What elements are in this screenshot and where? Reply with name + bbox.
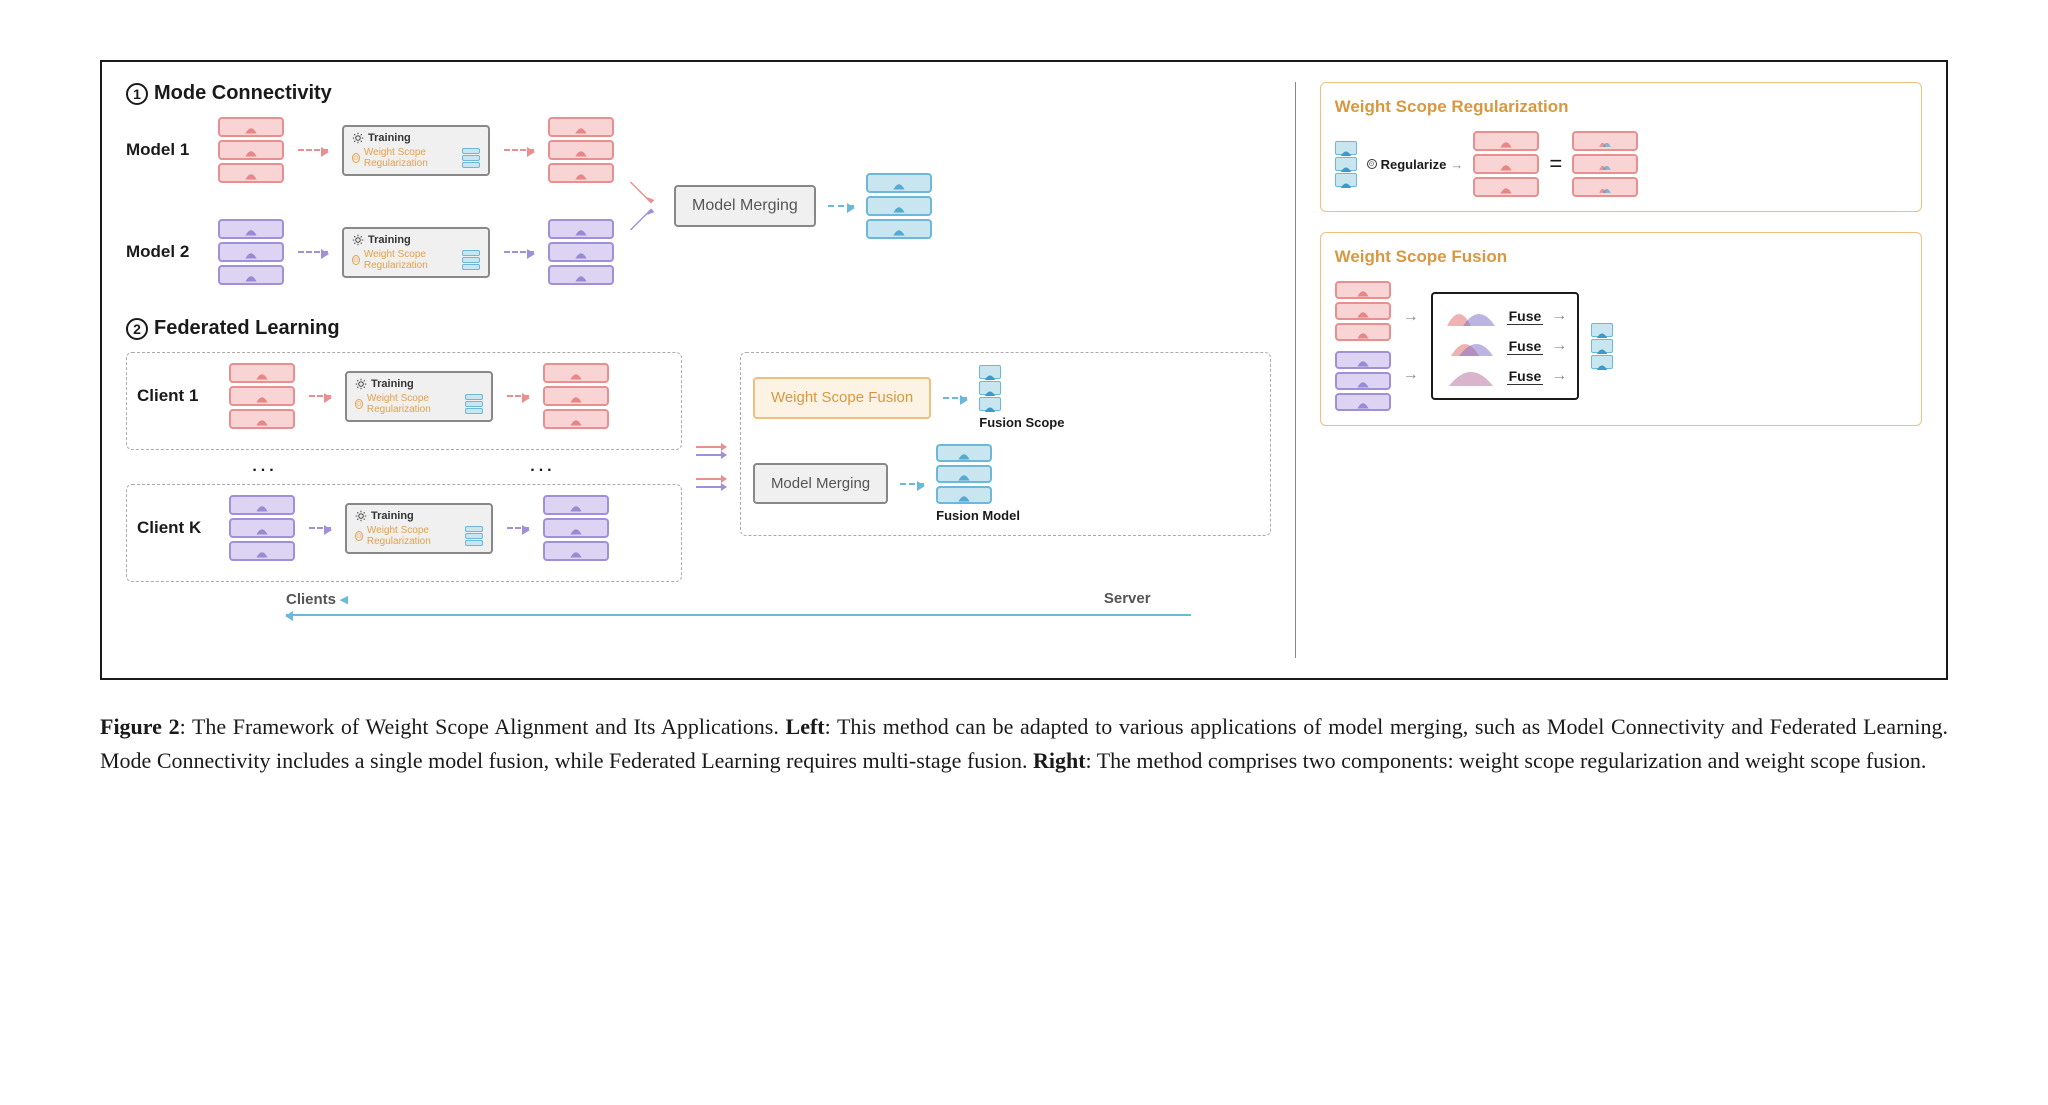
client-to-server-arrows	[696, 352, 726, 582]
arrow-icon	[504, 251, 534, 253]
distribution-blob-icon	[1443, 364, 1499, 388]
arrow-icon	[298, 149, 328, 151]
model-1-layers-trained	[548, 117, 614, 183]
mode-connectivity-label: Mode Connectivity	[154, 82, 332, 105]
regularized-layers	[1572, 131, 1638, 197]
right-panel: Weight Scope Regularization ⊙Regularize→…	[1295, 82, 1922, 658]
clients-column: Client 1 Training ⊙Weight Scope Regular	[126, 352, 682, 582]
client-1-layers-out	[543, 363, 609, 429]
client-1-label: Client 1	[137, 386, 215, 406]
model-1-layers-initial	[218, 117, 284, 183]
mode-connectivity-flow: Model 1 Training ⊙ Weight Scope Regulariz…	[126, 117, 1271, 295]
arrow-icon	[828, 205, 854, 207]
fusion-scope-label: Fusion Scope	[979, 415, 1064, 430]
left-panel: 1 Mode Connectivity Model 1	[126, 82, 1271, 658]
ellipsis-2: ...	[530, 458, 555, 476]
fusion-flow: → → Fuse→ Fuse→ Fuse→	[1335, 281, 1907, 411]
fusion-scope-layers	[979, 365, 1064, 411]
section-1-title: 1 Mode Connectivity	[126, 82, 1271, 105]
weight-scope-fusion-box: Weight Scope Fusion	[753, 377, 931, 419]
server-column: Weight Scope Fusion Fusion Scope Model M…	[740, 352, 1271, 582]
target-icon: ⊙	[352, 255, 360, 265]
fusion-output-layers	[1591, 323, 1613, 369]
model-2-layers-initial	[218, 219, 284, 285]
server-label: Server	[1104, 590, 1151, 607]
fusion-model-layers	[936, 444, 1020, 504]
gear-icon	[352, 234, 364, 246]
regularize-label: ⊙Regularize→	[1367, 157, 1464, 172]
client-1-box: Client 1 Training ⊙Weight Scope Regular	[126, 352, 682, 450]
arrow-icon	[507, 395, 529, 397]
distribution-blob-icon	[1443, 304, 1499, 328]
training-label: Training	[368, 132, 411, 144]
client-k-layers-in	[229, 495, 295, 561]
figure-caption: Figure 2: The Framework of Weight Scope …	[100, 710, 1948, 778]
target-icon: ⊙	[352, 153, 360, 163]
merged-layers	[866, 173, 932, 239]
training-box-client-1: Training ⊙Weight Scope Regularization	[345, 371, 493, 422]
model-1-row: Model 1 Training ⊙ Weight Scope Regulariz…	[126, 117, 614, 183]
training-box-1: Training ⊙ Weight Scope Regularization	[342, 125, 490, 176]
arrow-icon	[507, 527, 529, 529]
federated-learning-section: 2 Federated Learning Client 1	[126, 317, 1271, 616]
arrow-icon: →	[1403, 308, 1419, 326]
fusion-process-box: Fuse→ Fuse→ Fuse→	[1431, 292, 1580, 400]
target-scope-layers	[1335, 141, 1357, 187]
federated-learning-label: Federated Learning	[154, 317, 340, 340]
circled-2-icon: 2	[126, 318, 148, 340]
arrow-icon	[900, 483, 924, 485]
model-merging-box: Model Merging	[674, 185, 816, 227]
model-2-row: Model 2 Training ⊙Weight Scope Regulariz…	[126, 219, 614, 285]
source-layers	[1473, 131, 1539, 197]
arrow-icon	[504, 149, 534, 151]
model-merging-box-fl: Model Merging	[753, 463, 888, 504]
section-2-title: 2 Federated Learning	[126, 317, 1271, 340]
fusion-input-pink	[1335, 281, 1391, 341]
server-box: Weight Scope Fusion Fusion Scope Model M…	[740, 352, 1271, 536]
fl-flow: Client 1 Training ⊙Weight Scope Regular	[126, 352, 1271, 582]
regularization-title: Weight Scope Regularization	[1335, 97, 1907, 117]
arrow-icon	[309, 527, 331, 529]
figure-container: 1 Mode Connectivity Model 1	[100, 60, 1948, 778]
training-box-client-k: Training ⊙Weight Scope Regularization	[345, 503, 493, 554]
distribution-blob-icon	[1443, 334, 1499, 358]
fusion-card: Weight Scope Fusion	[1320, 232, 1922, 426]
regularization-card: Weight Scope Regularization ⊙Regularize→…	[1320, 82, 1922, 212]
model-2-label: Model 2	[126, 242, 204, 262]
arrow-icon: →	[1403, 366, 1419, 384]
client-1-layers-in	[229, 363, 295, 429]
mini-scope-icon	[462, 148, 480, 168]
client-k-label: Client K	[137, 518, 215, 538]
feedback-arrow-icon	[286, 614, 1191, 616]
converging-arrows-icon	[626, 176, 662, 236]
circled-1-icon: 1	[126, 83, 148, 105]
fusion-title: Weight Scope Fusion	[1335, 247, 1907, 267]
arrow-icon	[298, 251, 328, 253]
model-1-label: Model 1	[126, 140, 204, 160]
client-k-layers-out	[543, 495, 609, 561]
model-2-layers-trained	[548, 219, 614, 285]
ellipsis-1: ...	[252, 458, 277, 476]
arrow-icon	[943, 397, 967, 399]
arrow-icon	[309, 395, 331, 397]
figure-number: Figure 2	[100, 714, 180, 739]
wsr-label: Weight Scope Regularization	[364, 147, 458, 169]
fuse-label: Fuse	[1507, 308, 1544, 325]
fusion-input-purple	[1335, 351, 1391, 411]
diagram-frame: 1 Mode Connectivity Model 1	[100, 60, 1948, 680]
clients-label: Clients	[286, 591, 336, 608]
regularization-flow: ⊙Regularize→ =	[1335, 131, 1907, 197]
training-box-2: Training ⊙Weight Scope Regularization	[342, 227, 490, 278]
equals-icon: =	[1549, 151, 1562, 177]
bottom-labels: Clients ◂ Server	[126, 590, 1271, 608]
fusion-model-label: Fusion Model	[936, 508, 1020, 523]
gear-icon	[352, 132, 364, 144]
client-k-box: Client K Training ⊙Weight Scope Regular	[126, 484, 682, 582]
